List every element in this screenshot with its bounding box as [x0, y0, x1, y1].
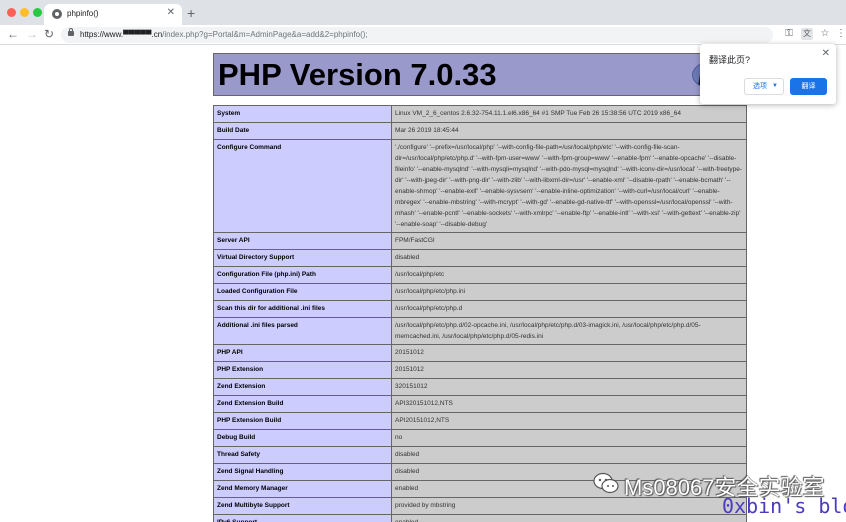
row-value: enabled — [391, 514, 747, 522]
row-value: /usr/local/php/etc — [391, 266, 747, 284]
row-key: Additional .ini files parsed — [213, 317, 392, 345]
address-bar[interactable]: https://www.▀▀▀▀▀.cn/index.php?g=Portal&… — [61, 27, 773, 43]
row-value: disabled — [391, 249, 747, 267]
window-maximize-button[interactable] — [33, 8, 42, 17]
row-key: Loaded Configuration File — [213, 283, 392, 301]
lock-icon[interactable] — [68, 28, 74, 36]
table-row: Server API FPM/FastCGI — [213, 232, 747, 250]
row-key: PHP Extension Build — [213, 412, 392, 430]
row-value: 20151012 — [391, 361, 747, 379]
row-value: /usr/local/php/etc/php.ini — [391, 283, 747, 301]
back-arrow-icon[interactable]: ← — [7, 27, 19, 41]
translate-icon[interactable]: 文 — [801, 28, 813, 40]
table-row: Build Date Mar 26 2019 18:45:44 — [213, 122, 747, 140]
row-key: Virtual Directory Support — [213, 249, 392, 267]
key-icon[interactable]: ⚿ — [783, 28, 795, 40]
page-title: PHP Version 7.0.33 — [218, 57, 497, 92]
row-value: /usr/local/php/etc/php.d/02-opcache.ini,… — [391, 317, 747, 345]
row-value: no — [391, 429, 747, 447]
row-key: System — [213, 105, 392, 123]
table-row: PHP API 20151012 — [213, 344, 747, 362]
browser-tab[interactable]: phpinfo() ✕ — [44, 4, 182, 25]
reload-icon[interactable]: ↻ — [44, 27, 54, 41]
row-key: Scan this dir for additional .ini files — [213, 300, 392, 318]
table-row: Additional .ini files parsed/usr/local/p… — [213, 317, 747, 345]
row-key: Configuration File (php.ini) Path — [213, 266, 392, 284]
translate-options-button[interactable]: 选项 ▼ — [744, 78, 784, 95]
translate-popup: 翻译此页? ✕ 选项 ▼ 翻译 — [700, 44, 836, 104]
new-tab-icon[interactable]: + — [187, 6, 195, 20]
watermark-blog: 0xbin's blog — [722, 494, 846, 518]
row-key: Build Date — [213, 122, 392, 140]
table-row: Zend Extension 320151012 — [213, 378, 747, 396]
table-row: Zend Extension Build API320151012,NTS — [213, 395, 747, 413]
globe-icon — [52, 9, 62, 19]
row-key: Thread Safety — [213, 446, 392, 464]
row-key: Zend Signal Handling — [213, 463, 392, 481]
profile-icon[interactable]: ⋮ — [836, 28, 846, 40]
row-value: API20151012,NTS — [391, 412, 747, 430]
table-row: IPv6 Supportenabled — [213, 514, 747, 522]
table-row: Debug Build no — [213, 429, 747, 447]
row-key: Zend Extension Build — [213, 395, 392, 413]
table-row: PHP Extension 20151012 — [213, 361, 747, 379]
row-key: Zend Memory Manager — [213, 480, 392, 498]
translate-button[interactable]: 翻译 — [790, 78, 827, 95]
row-key: PHP Extension — [213, 361, 392, 379]
table-row: Configuration File (php.ini) Path/usr/lo… — [213, 266, 747, 284]
table-row: Loaded Configuration File/usr/local/php/… — [213, 283, 747, 301]
table-row: Virtual Directory Support disabled — [213, 249, 747, 267]
row-key: Server API — [213, 232, 392, 250]
wechat-icon — [593, 472, 619, 494]
row-value: /usr/local/php/etc/php.d — [391, 300, 747, 318]
table-row: PHP Extension Build API20151012,NTS — [213, 412, 747, 430]
url-text[interactable]: https://www.▀▀▀▀▀.cn/index.php?g=Portal&… — [80, 30, 368, 39]
row-key: Zend Extension — [213, 378, 392, 396]
browser-tab-bar: phpinfo() ✕ + — [0, 0, 846, 25]
tab-close-icon[interactable]: ✕ — [167, 7, 175, 19]
forward-arrow-icon[interactable]: → — [26, 27, 38, 41]
row-value: FPM/FastCGI — [391, 232, 747, 250]
bookmark-star-icon[interactable]: ☆ — [819, 28, 831, 40]
table-row: Thread Safety disabled — [213, 446, 747, 464]
translate-popup-title: 翻译此页? — [709, 55, 751, 65]
php-info-table: System Linux VM_2_6_centos 2.6.32-754.11.… — [213, 105, 747, 522]
row-value: Mar 26 2019 18:45:44 — [391, 122, 747, 140]
table-row: System Linux VM_2_6_centos 2.6.32-754.11.… — [213, 105, 747, 123]
row-value: API320151012,NTS — [391, 395, 747, 413]
row-value: 320151012 — [391, 378, 747, 396]
table-row: Scan this dir for additional .ini files /… — [213, 300, 747, 318]
row-value: 20151012 — [391, 344, 747, 362]
row-key: Debug Build — [213, 429, 392, 447]
table-row: Configure Command './configure' '--prefix… — [213, 139, 747, 233]
tab-title: phpinfo() — [67, 9, 99, 18]
row-value: Linux VM_2_6_centos 2.6.32-754.11.1.el6.… — [391, 105, 747, 123]
php-version-banner: PHP Version 7.0.33 php — [213, 53, 748, 96]
row-key: IPv6 Support — [213, 514, 392, 522]
window-close-button[interactable] — [7, 8, 16, 17]
row-value: './configure' '--prefix=/usr/local/php' … — [391, 139, 747, 233]
row-key: Configure Command — [213, 139, 392, 233]
window-minimize-button[interactable] — [20, 8, 29, 17]
popup-close-icon[interactable]: ✕ — [822, 48, 830, 59]
browser-toolbar: ← → ↻ https://www.▀▀▀▀▀.cn/index.php?g=P… — [0, 25, 846, 45]
row-value: disabled — [391, 446, 747, 464]
row-key: Zend Multibyte Support — [213, 497, 392, 515]
row-key: PHP API — [213, 344, 392, 362]
page-content: PHP Version 7.0.33 php SystemLinux VM_2_… — [0, 46, 846, 522]
chevron-down-icon: ▼ — [772, 83, 778, 89]
